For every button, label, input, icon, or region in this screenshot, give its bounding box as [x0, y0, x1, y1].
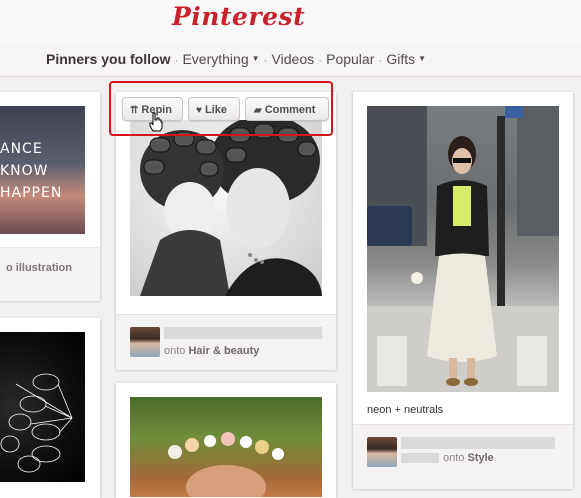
nav-separator: · [263, 53, 268, 67]
category-nav: Pinners you follow · Everything ▼ · Videos · Po… [0, 42, 581, 77]
street-style-photo [367, 106, 559, 392]
pinner-name-redacted [164, 327, 322, 339]
flower-crown-photo [168, 432, 284, 497]
pin-card[interactable]: neon + neutrals onto Style [353, 92, 573, 489]
nav-separator: · [378, 53, 383, 67]
diagram-illustration [0, 373, 73, 473]
pin-image[interactable] [130, 120, 322, 296]
pin-board-link[interactable]: o illustration [6, 262, 72, 274]
top-header: Pinterest [0, 0, 581, 43]
chevron-down-icon: ▼ [418, 54, 427, 63]
pin-card[interactable] [116, 383, 336, 498]
pin-board-link[interactable]: Hair & beauty [188, 345, 259, 357]
pin-caption: neon + neutrals [367, 404, 444, 416]
pin-image[interactable] [367, 106, 559, 392]
nav-everything-label: Everything [182, 51, 249, 67]
pin-footer: onto Style [353, 424, 573, 489]
nav-separator: · [318, 53, 323, 67]
nav-separator: · [174, 53, 179, 67]
nav-everything[interactable]: Everything ▼ [182, 51, 259, 67]
pin-board-line: onto Hair & beauty [164, 345, 259, 357]
hair-curlers-photo [140, 120, 322, 296]
pin-card[interactable]: ANCE KNOW HAPPEN o illustration [0, 92, 100, 301]
onto-label: onto [164, 345, 186, 357]
pin-image[interactable]: ANCE KNOW HAPPEN [0, 106, 85, 234]
highlight-box [109, 81, 333, 136]
pinterest-logo[interactable]: Pinterest [172, 2, 305, 31]
nav-gifts[interactable]: Gifts ▼ [386, 51, 426, 67]
pin-footer: onto Hair & beauty [116, 314, 336, 370]
avatar[interactable] [130, 327, 160, 357]
avatar[interactable] [367, 437, 397, 467]
nav-videos[interactable]: Videos [272, 51, 315, 67]
pinner-name-redacted [401, 453, 439, 463]
nav-pinners-you-follow[interactable]: Pinners you follow [46, 51, 170, 67]
pin-board-line: onto Style [443, 452, 494, 464]
pin-image-text: ANCE KNOW HAPPEN [0, 141, 63, 201]
chevron-down-icon: ▼ [251, 54, 260, 63]
pinner-name-redacted [401, 437, 555, 449]
pin-image[interactable] [0, 332, 85, 482]
pin-card[interactable] [0, 318, 100, 498]
pin-board-link[interactable]: Style [467, 452, 493, 464]
pin-footer: o illustration [0, 247, 100, 301]
nav-gifts-label: Gifts [386, 51, 416, 67]
onto-label: onto [443, 452, 465, 464]
nav-popular[interactable]: Popular [326, 51, 374, 67]
pin-image[interactable] [130, 397, 322, 497]
